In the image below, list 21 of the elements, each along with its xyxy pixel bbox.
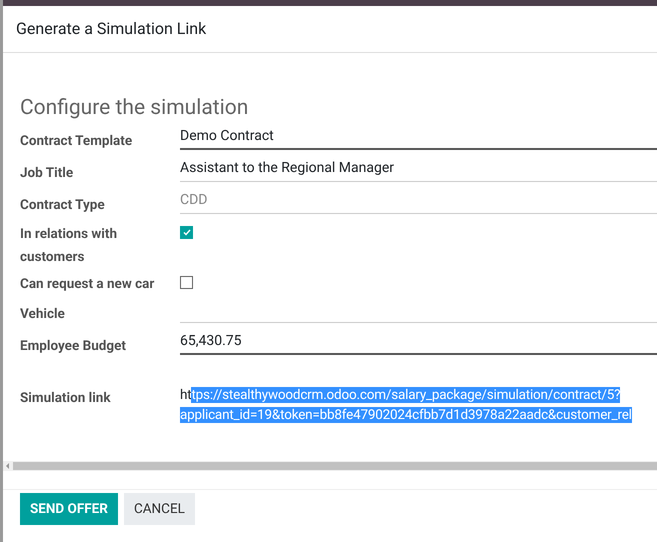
checkmark-icon bbox=[182, 229, 190, 236]
field-label: Simulation link bbox=[20, 390, 111, 406]
dialog-title: Generate a Simulation Link bbox=[16, 18, 206, 40]
field-label: Vehicle bbox=[20, 306, 65, 322]
section-title: Configure the simulation bbox=[20, 95, 248, 121]
field-label: Employee Budget bbox=[20, 338, 126, 354]
field-label: Can request a new car bbox=[20, 276, 154, 292]
cancel-button[interactable]: CANCEL bbox=[124, 493, 195, 525]
field-label: Contract Type bbox=[20, 197, 105, 213]
checkbox[interactable] bbox=[180, 276, 193, 289]
field-label: In relations with customers bbox=[20, 226, 118, 265]
input-field[interactable]: Assistant to the Regional Manager bbox=[180, 156, 657, 182]
checkbox[interactable] bbox=[180, 226, 193, 239]
input-field[interactable]: 65,430.75 bbox=[180, 329, 657, 355]
input-field[interactable]: CDD bbox=[180, 188, 657, 214]
field-label: Contract Template bbox=[20, 133, 132, 149]
scroll-left-icon[interactable] bbox=[4, 462, 12, 470]
horizontal-scrollbar[interactable] bbox=[3, 461, 657, 471]
simulation-link[interactable]: https://stealthywoodcrm.odoo.com/salary_package/simulation/contract/5? applicant_id=19&token=bb8fe47902024cfbb7d1d3978a22aadc&customer_rel bbox=[180, 385, 632, 425]
input-field[interactable]: Demo Contract bbox=[180, 124, 657, 150]
field-label: Job Title bbox=[20, 165, 74, 181]
